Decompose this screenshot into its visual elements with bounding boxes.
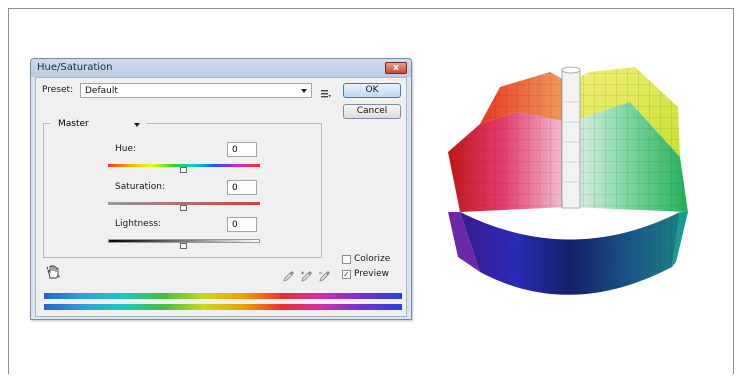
dialog-client: Preset: Default OK Cancel Master Hue: 0 (35, 77, 407, 317)
preview-label: Preview (354, 269, 390, 279)
preset-value: Default (85, 86, 118, 96)
hue-saturation-dialog: Hue/Saturation x Preset: Default OK Canc… (30, 58, 412, 320)
list-icon[interactable] (321, 84, 331, 98)
adjustment-group (43, 123, 322, 258)
channel-value: Master (58, 119, 89, 129)
preset-label: Preset: (42, 85, 74, 95)
dialog-title: Hue/Saturation (37, 62, 113, 73)
output-color-bar (44, 304, 402, 310)
eyedropper-icon[interactable] (283, 267, 295, 282)
hue-slider-thumb[interactable] (180, 167, 187, 173)
ok-button[interactable]: OK (343, 83, 401, 98)
colorize-label: Colorize (354, 254, 391, 264)
close-button[interactable]: x (385, 62, 407, 74)
hue-input[interactable]: 0 (227, 142, 257, 157)
preset-dropdown[interactable]: Default (80, 83, 312, 98)
saturation-input[interactable]: 0 (227, 180, 257, 195)
lightness-input[interactable]: 0 (227, 217, 257, 232)
eyedropper-minus-icon[interactable] (319, 267, 331, 282)
hsl-color-cylinder-illustration (440, 62, 700, 312)
colorize-checkbox[interactable] (342, 255, 351, 264)
chevron-down-icon (301, 89, 307, 93)
preview-checkbox[interactable]: ✓ (342, 270, 351, 279)
channel-dropdown[interactable]: Master (50, 118, 146, 132)
input-color-bar (44, 293, 402, 299)
eyedropper-plus-icon[interactable] (301, 267, 313, 282)
hue-label: Hue: (115, 144, 137, 154)
targeted-adjustment-icon[interactable] (46, 264, 60, 279)
cancel-button[interactable]: Cancel (343, 104, 401, 119)
saturation-slider-thumb[interactable] (180, 205, 187, 211)
lightness-label: Lightness: (115, 219, 162, 229)
title-bar[interactable]: Hue/Saturation x (31, 59, 411, 77)
saturation-label: Saturation: (115, 182, 165, 192)
chevron-down-icon (134, 123, 140, 127)
lightness-slider-thumb[interactable] (180, 243, 187, 249)
